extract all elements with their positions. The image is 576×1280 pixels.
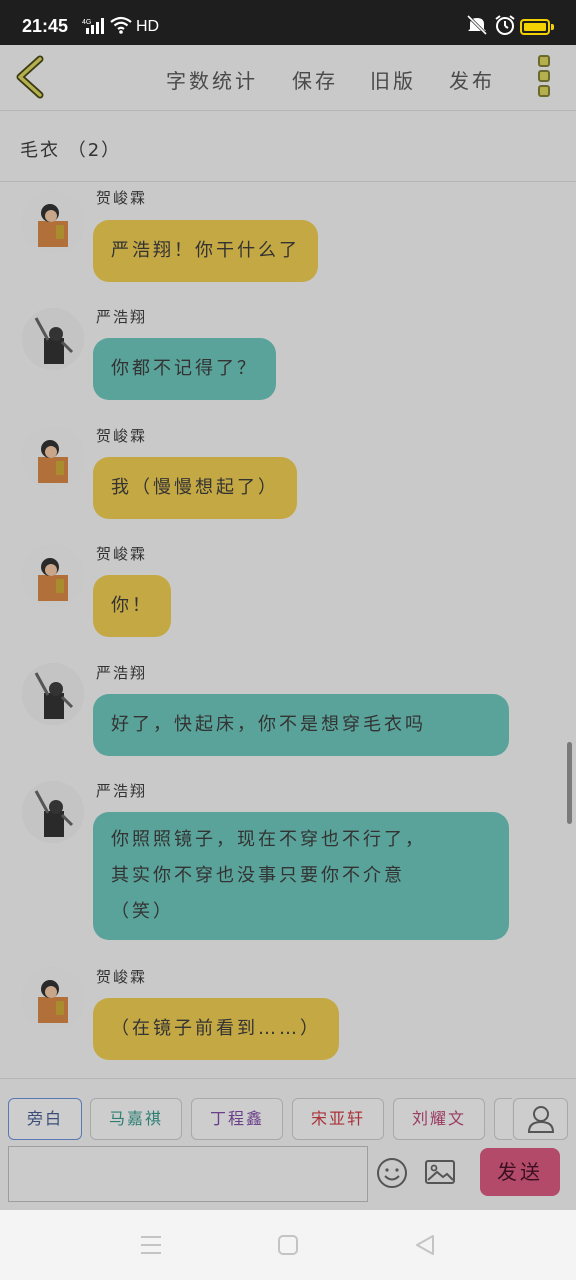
message-text: 你！ — [111, 595, 153, 616]
role-selector: 旁白 马嘉祺 丁程鑫 宋亚轩 刘耀文 — [0, 1078, 576, 1140]
send-button[interactable]: 发送 — [480, 1148, 560, 1196]
back-nav-icon[interactable] — [414, 1234, 436, 1256]
chat-list[interactable]: 贺峻霖 严浩翔！你干什么了 严浩翔 你都不记得了？ 贺峻霖 我（慢慢想起了） 贺… — [0, 183, 576, 1077]
conversation-title: 毛衣 （2） — [20, 140, 122, 161]
message-bubble[interactable]: 严浩翔！你干什么了 — [93, 220, 318, 282]
role-label: 马嘉祺 — [108, 1109, 163, 1128]
recent-apps-icon[interactable] — [141, 1236, 161, 1254]
avatar[interactable] — [22, 781, 84, 843]
role-tab-overflow[interactable] — [494, 1098, 512, 1140]
word-count-button[interactable]: 字数统计 — [166, 65, 258, 94]
publish-button[interactable]: 发布 — [449, 65, 495, 94]
role-tab-song-yaxuan[interactable]: 宋亚轩 — [292, 1098, 384, 1140]
back-button[interactable] — [14, 55, 48, 99]
old-version-button[interactable]: 旧版 — [370, 65, 416, 94]
alarm-icon — [494, 14, 516, 41]
emoji-icon[interactable] — [376, 1157, 408, 1189]
wifi-icon — [110, 16, 132, 39]
message-text: 你照照镜子，现在不穿也不行了， — [111, 829, 426, 850]
avatar[interactable] — [22, 191, 84, 253]
message-text: 严浩翔！你干什么了 — [111, 240, 300, 261]
avatar[interactable] — [22, 545, 84, 607]
message-bubble[interactable]: （在镜子前看到……） — [93, 998, 339, 1060]
hd-indicator: HD — [136, 18, 160, 35]
sender-name: 贺峻霖 — [96, 545, 148, 563]
role-label: 丁程鑫 — [209, 1109, 264, 1128]
avatar[interactable] — [22, 308, 84, 370]
composer: 发送 — [0, 1140, 576, 1210]
home-icon[interactable] — [278, 1235, 298, 1255]
message-text: 好了，快起床，你不是想穿毛衣吗 — [111, 714, 426, 735]
avatar[interactable] — [22, 427, 84, 489]
battery-icon — [520, 19, 554, 35]
avatar[interactable] — [22, 967, 84, 1029]
sender-name: 贺峻霖 — [96, 968, 148, 986]
message-bubble[interactable]: 我（慢慢想起了） — [93, 457, 297, 519]
person-icon — [527, 1106, 555, 1133]
sender-name: 严浩翔 — [96, 664, 148, 682]
image-icon[interactable] — [424, 1158, 456, 1186]
status-bar: 21:45 4G HD — [0, 0, 576, 45]
message-text: 其实你不穿也没事只要你不介意 — [111, 865, 405, 886]
message-text: 你都不记得了？ — [111, 358, 258, 379]
role-label: 刘耀文 — [411, 1109, 466, 1128]
role-tab-ding-chengxin[interactable]: 丁程鑫 — [191, 1098, 283, 1140]
mute-icon — [466, 14, 488, 40]
message-text: 我（慢慢想起了） — [111, 477, 279, 498]
message-bubble[interactable]: 你都不记得了？ — [93, 338, 276, 400]
sender-name: 严浩翔 — [96, 782, 148, 800]
save-button[interactable]: 保存 — [292, 65, 338, 94]
role-tab-ma-jiaqi[interactable]: 马嘉祺 — [90, 1098, 182, 1140]
message-input[interactable] — [8, 1146, 368, 1202]
role-label: 宋亚轩 — [310, 1109, 365, 1128]
cellular-signal-icon: 4G — [82, 18, 104, 34]
message-text: （在镜子前看到……） — [111, 1018, 321, 1039]
message-bubble[interactable]: 好了，快起床，你不是想穿毛衣吗 — [93, 694, 509, 756]
role-label: 旁白 — [26, 1109, 63, 1128]
svg-text:4G: 4G — [82, 19, 91, 26]
sender-name: 贺峻霖 — [96, 427, 148, 445]
clock: 21:45 — [22, 16, 69, 36]
role-tab-liu-yaowen[interactable]: 刘耀文 — [393, 1098, 485, 1140]
role-tab-narrator[interactable]: 旁白 — [8, 1098, 82, 1140]
sender-name: 严浩翔 — [96, 308, 148, 326]
top-bar: 字数统计 保存 旧版 发布 — [0, 45, 576, 111]
avatar[interactable] — [22, 663, 84, 725]
message-bubble[interactable]: 你照照镜子，现在不穿也不行了， 其实你不穿也没事只要你不介意 （笑） — [93, 812, 509, 940]
chat-scrollbar[interactable] — [567, 742, 572, 824]
more-menu-icon[interactable] — [538, 55, 552, 101]
system-nav-bar — [0, 1210, 576, 1280]
sender-name: 贺峻霖 — [96, 189, 148, 207]
conversation-header: 毛衣 （2） — [0, 112, 576, 182]
message-text: （笑） — [111, 901, 174, 922]
add-role-button[interactable] — [513, 1098, 568, 1140]
message-bubble[interactable]: 你！ — [93, 575, 171, 637]
